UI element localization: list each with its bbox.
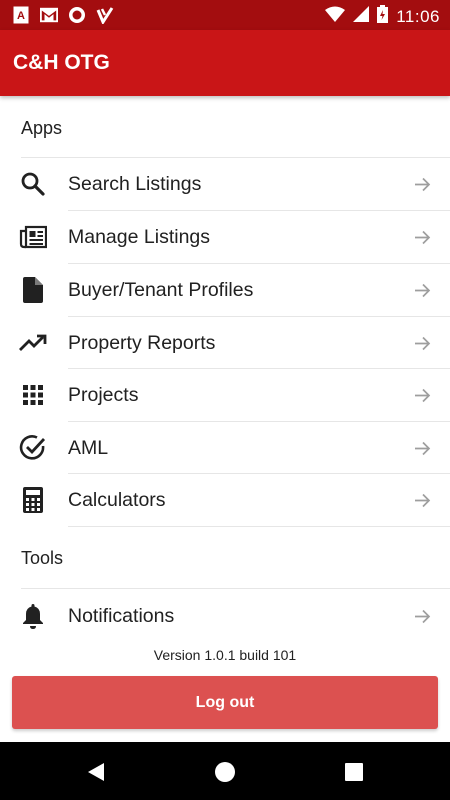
app-bar: C&H OTG [0, 30, 450, 96]
navigation-bar [0, 742, 450, 800]
notification-icons: A [12, 6, 114, 24]
arrow-right-icon [413, 228, 431, 246]
logout-button[interactable]: Log out [12, 676, 438, 729]
check-circle-icon [19, 434, 47, 462]
back-icon[interactable] [84, 760, 108, 784]
divider [68, 526, 450, 527]
menu-item-label: Property Reports [68, 331, 216, 354]
arrow-right-icon [413, 491, 431, 509]
gmail-icon [40, 6, 58, 24]
app-title: C&H OTG [13, 51, 110, 74]
menu-item-label: Buyer/Tenant Profiles [68, 278, 254, 301]
arrow-right-icon [413, 386, 431, 404]
home-icon[interactable] [213, 760, 237, 784]
arrow-right-icon [413, 607, 431, 625]
grid-icon [19, 381, 47, 409]
status-bar: A 11:06 [0, 0, 450, 30]
wifi-icon [325, 6, 346, 27]
section-header-tools: Tools [21, 548, 64, 568]
divider [21, 588, 450, 589]
menu-item-label: Search Listings [68, 172, 202, 195]
arrow-right-icon [413, 334, 431, 352]
section-header-apps: Apps [21, 118, 63, 138]
check-notification-icon [96, 6, 114, 24]
svg-text:A: A [17, 10, 25, 22]
arrow-right-icon [413, 175, 431, 193]
menu-item-label: Manage Listings [68, 225, 211, 248]
menu-item-aml[interactable]: AML [0, 422, 450, 474]
menu-item-calculators[interactable]: Calculators [0, 474, 450, 526]
battery-icon [377, 5, 389, 28]
arrow-right-icon [413, 281, 431, 299]
menu-item-label: Projects [68, 383, 139, 406]
menu-item-property-reports[interactable]: Property Reports [0, 317, 450, 369]
record-icon [68, 6, 86, 24]
signal-icon [353, 6, 370, 27]
menu-item-notifications[interactable]: Notifications [0, 590, 450, 642]
calculator-icon [19, 486, 47, 514]
menu-item-manage-listings[interactable]: Manage Listings [0, 211, 450, 263]
menu-item-label: Calculators [68, 488, 166, 511]
menu-item-search-listings[interactable]: Search Listings [0, 158, 450, 210]
search-icon [19, 170, 47, 198]
newspaper-icon [19, 223, 47, 251]
menu-item-projects[interactable]: Projects [0, 369, 450, 421]
arrow-right-icon [413, 439, 431, 457]
recents-icon[interactable] [342, 760, 366, 784]
menu-item-label: AML [68, 436, 109, 459]
version-label: Version 1.0.1 build 101 [153, 647, 297, 663]
system-status-icons: 11:06 [325, 5, 440, 28]
logout-label: Log out [195, 693, 255, 711]
pdf-notification-icon: A [12, 6, 30, 24]
bell-icon [19, 602, 47, 630]
document-icon [19, 276, 47, 304]
status-time: 11:06 [396, 6, 440, 26]
menu-item-buyer-tenant-profiles[interactable]: Buyer/Tenant Profiles [0, 264, 450, 316]
menu-item-label: Notifications [68, 604, 175, 627]
trending-up-icon [19, 329, 47, 357]
